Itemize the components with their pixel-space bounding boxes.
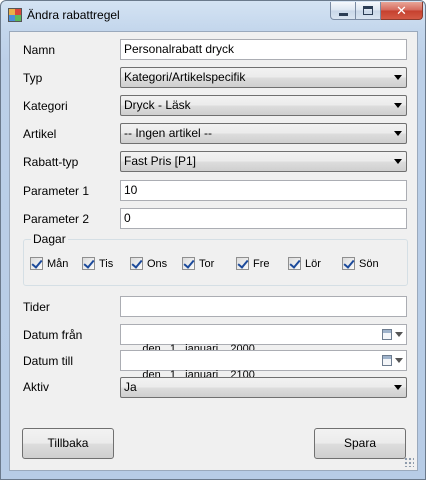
checkbox-box[interactable] — [342, 257, 355, 270]
checkbox-tor[interactable]: Tor — [182, 257, 214, 270]
typ-dropdown[interactable]: Kategori/Artikelspecifik — [120, 67, 407, 88]
save-button[interactable]: Spara — [314, 428, 406, 459]
datum-till-picker[interactable]: den 1 januari 2100 — [120, 350, 407, 381]
checkbox-tis[interactable]: Tis — [82, 257, 113, 270]
tider-input[interactable] — [120, 296, 407, 317]
checkbox-box[interactable] — [182, 257, 195, 270]
kategori-value: Dryck - Läsk — [124, 98, 191, 112]
rabatt-typ-dropdown[interactable]: Fast Pris [P1] — [120, 151, 407, 172]
minimize-button[interactable] — [330, 2, 356, 20]
checkbox-label: Tis — [99, 257, 114, 270]
dagar-groupbox: Dagar Mån Tis Ons Tor Fre Lör Sön — [23, 232, 408, 286]
artikel-dropdown[interactable]: -- Ingen artikel -- — [120, 123, 407, 144]
parameter1-label: Parameter 1 — [23, 184, 90, 198]
aktiv-dropdown[interactable]: Ja — [120, 377, 407, 398]
namn-input[interactable]: Personalrabatt dryck — [120, 39, 407, 60]
checkbox-label: Fre — [253, 257, 270, 270]
resize-grip[interactable] — [404, 457, 414, 467]
checkbox-son[interactable]: Sön — [342, 257, 379, 270]
checkbox-ons[interactable]: Ons — [130, 257, 167, 270]
checkbox-box[interactable] — [82, 257, 95, 270]
typ-label: Typ — [23, 71, 43, 85]
minimize-icon — [338, 12, 348, 16]
chevron-down-icon — [394, 75, 402, 80]
chevron-down-icon[interactable] — [395, 358, 403, 363]
checkbox-label: Lör — [305, 257, 321, 270]
checkbox-label: Ons — [147, 257, 168, 270]
checkbox-box[interactable] — [288, 257, 301, 270]
rabatt-typ-label: Rabatt-typ — [23, 155, 79, 169]
checkbox-man[interactable]: Mån — [30, 257, 68, 270]
dialog-window: Ändra rabattregel ✕ Namn Personalrabatt … — [0, 0, 426, 480]
checkbox-fre[interactable]: Fre — [236, 257, 270, 270]
tider-label: Tider — [23, 300, 50, 314]
datum-fran-label: Datum från — [23, 328, 83, 342]
checkbox-label: Mån — [47, 257, 69, 270]
chevron-down-icon — [394, 131, 402, 136]
dagar-title: Dagar — [31, 232, 68, 246]
artikel-value: -- Ingen artikel -- — [124, 126, 213, 140]
maximize-icon — [363, 6, 373, 15]
checkbox-label: Sön — [359, 257, 379, 270]
checkbox-label: Tor — [199, 257, 215, 270]
chevron-down-icon — [394, 385, 402, 390]
kategori-label: Kategori — [23, 99, 68, 113]
title-bar[interactable]: Ändra rabattregel ✕ — [1, 1, 425, 29]
typ-value: Kategori/Artikelspecifik — [124, 70, 246, 84]
rabatt-typ-value: Fast Pris [P1] — [124, 154, 197, 168]
maximize-button[interactable] — [356, 2, 381, 20]
artikel-label: Artikel — [23, 127, 57, 141]
calendar-icon[interactable] — [382, 355, 392, 366]
namn-label: Namn — [23, 43, 56, 57]
chevron-down-icon — [394, 103, 402, 108]
chevron-down-icon[interactable] — [395, 332, 403, 337]
close-icon: ✕ — [396, 3, 407, 18]
app-icon — [8, 8, 22, 22]
parameter2-label: Parameter 2 — [23, 212, 90, 226]
datum-fran-picker[interactable]: den 1 januari 2000 — [120, 324, 407, 355]
aktiv-label: Aktiv — [23, 380, 50, 394]
kategori-dropdown[interactable]: Dryck - Läsk — [120, 95, 407, 116]
checkbox-box[interactable] — [236, 257, 249, 270]
checkbox-lor[interactable]: Lör — [288, 257, 321, 270]
parameter1-input[interactable]: 10 — [120, 180, 407, 201]
chevron-down-icon — [394, 159, 402, 164]
parameter2-input[interactable]: 0 — [120, 208, 407, 229]
back-button[interactable]: Tillbaka — [22, 428, 114, 459]
form-panel: Namn Personalrabatt dryck Typ Kategori/A… — [9, 31, 418, 471]
window-title: Ändra rabattregel — [27, 8, 120, 22]
checkbox-box[interactable] — [130, 257, 143, 270]
aktiv-value: Ja — [124, 380, 137, 394]
checkbox-box[interactable] — [30, 257, 43, 270]
datum-till-label: Datum till — [23, 354, 74, 368]
close-button[interactable]: ✕ — [381, 2, 423, 20]
calendar-icon[interactable] — [382, 329, 392, 340]
